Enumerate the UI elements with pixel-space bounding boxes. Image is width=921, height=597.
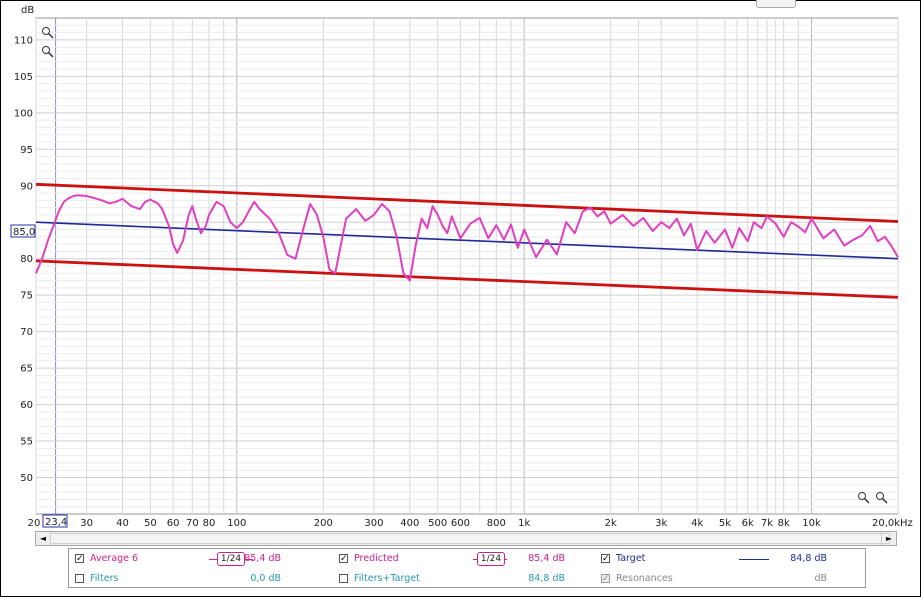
filters-target-checkbox[interactable]: [339, 574, 348, 583]
target-label: Target: [616, 553, 646, 564]
filters-value: 0,0 dB: [250, 573, 281, 584]
x-tick-label: 8k: [778, 518, 790, 529]
x-tick-label: 500: [428, 518, 447, 529]
x-tick-label: 400: [400, 518, 419, 529]
y-tick-label: 110: [14, 35, 33, 46]
y-tick-label: 80: [20, 254, 33, 265]
filters-label: Filters: [90, 573, 119, 584]
x-tick-label: 200: [314, 518, 333, 529]
target-value: 84,8 dB: [790, 553, 827, 564]
x-tick-label: 7k: [761, 518, 773, 529]
legend-panel: ✓ Average 6 1/24 85,4 dB ✓ Predicted 1/2…: [68, 548, 866, 588]
x-tick-label: 800: [487, 518, 506, 529]
y-tick-label: 65: [20, 364, 33, 375]
x-tick-label: 20,0k: [872, 518, 900, 529]
average-label: Average 6: [90, 553, 139, 564]
y-tick-label: 75: [20, 291, 33, 302]
y-tick-label: 60: [20, 400, 33, 411]
legend-filters-target[interactable]: Filters+Target: [339, 573, 420, 584]
x-tick-label: 100: [227, 518, 246, 529]
y-tick-labels: 110 105 100 95 90 80 75 70 65 60 55 50: [14, 35, 33, 484]
x-tick-label: 40: [116, 518, 129, 529]
horizontal-scrollbar[interactable]: ◄ ►: [35, 531, 897, 546]
x-tick-label: 10k: [802, 518, 821, 529]
cursor-y-label: 85,0: [13, 227, 35, 238]
frequency-response-plot[interactable]: 110 105 100 95 90 80 75 70 65 60 55 50 20 30 40 50 60 70…: [0, 0, 921, 530]
x-tick-label: 5k: [719, 518, 731, 529]
y-unit-label: dB: [21, 5, 34, 16]
filters-checkbox[interactable]: [75, 574, 84, 583]
resonances-checkbox[interactable]: ✓: [601, 574, 610, 584]
x-unit-label: Hz: [900, 518, 913, 529]
resonances-label: Resonances: [616, 573, 673, 584]
legend-filters[interactable]: Filters: [75, 573, 118, 584]
scroll-right-icon[interactable]: ►: [881, 532, 896, 545]
x-tick-label: 2k: [605, 518, 617, 529]
legend-target[interactable]: ✓ Target: [601, 553, 645, 564]
scroll-thumb[interactable]: [50, 533, 890, 544]
predicted-label: Predicted: [354, 553, 399, 564]
y-tick-label: 90: [20, 181, 33, 192]
average-value: 85,4 dB: [244, 553, 281, 564]
target-line-swatch: [739, 559, 769, 560]
x-tick-label: 60: [167, 518, 180, 529]
y-tick-label: 105: [14, 72, 33, 83]
x-tick-label: 6k: [742, 518, 754, 529]
x-tick-label: 300: [364, 518, 383, 529]
y-tick-label: 50: [20, 473, 33, 484]
predicted-value: 85,4 dB: [528, 553, 565, 564]
filters-target-label: Filters+Target: [354, 573, 420, 584]
target-checkbox[interactable]: ✓: [601, 554, 610, 564]
legend-predicted[interactable]: ✓ Predicted: [339, 553, 399, 564]
x-tick-label: 50: [144, 518, 157, 529]
predicted-smoothing[interactable]: 1/24: [477, 552, 505, 566]
y-tick-label: 95: [20, 145, 33, 156]
filters-target-value: 84,8 dB: [528, 573, 565, 584]
x-tick-label: 3k: [655, 518, 667, 529]
x-tick-label: 20: [28, 518, 41, 529]
cursor-x-label: 23,4: [45, 517, 67, 528]
x-tick-label: 80: [203, 518, 216, 529]
x-tick-label: 30: [80, 518, 93, 529]
x-tick-label: 4k: [691, 518, 703, 529]
average-checkbox[interactable]: ✓: [75, 554, 84, 564]
x-tick-label: 600: [451, 518, 470, 529]
y-tick-label: 70: [20, 327, 33, 338]
x-tick-label: 1k: [518, 518, 530, 529]
y-tick-label: 55: [20, 437, 33, 448]
y-tick-label: 100: [14, 108, 33, 119]
x-tick-label: 70: [186, 518, 199, 529]
resonances-value: dB: [814, 573, 827, 584]
predicted-checkbox[interactable]: ✓: [339, 554, 348, 564]
legend-average[interactable]: ✓ Average 6: [75, 553, 138, 564]
scroll-left-icon[interactable]: ◄: [36, 532, 51, 545]
x-tick-labels: 20 30 40 50 60 70 80 100 200 300 400 500 600 800 1k 2k 3…: [28, 518, 901, 529]
legend-resonances[interactable]: ✓ Resonances: [601, 573, 673, 584]
